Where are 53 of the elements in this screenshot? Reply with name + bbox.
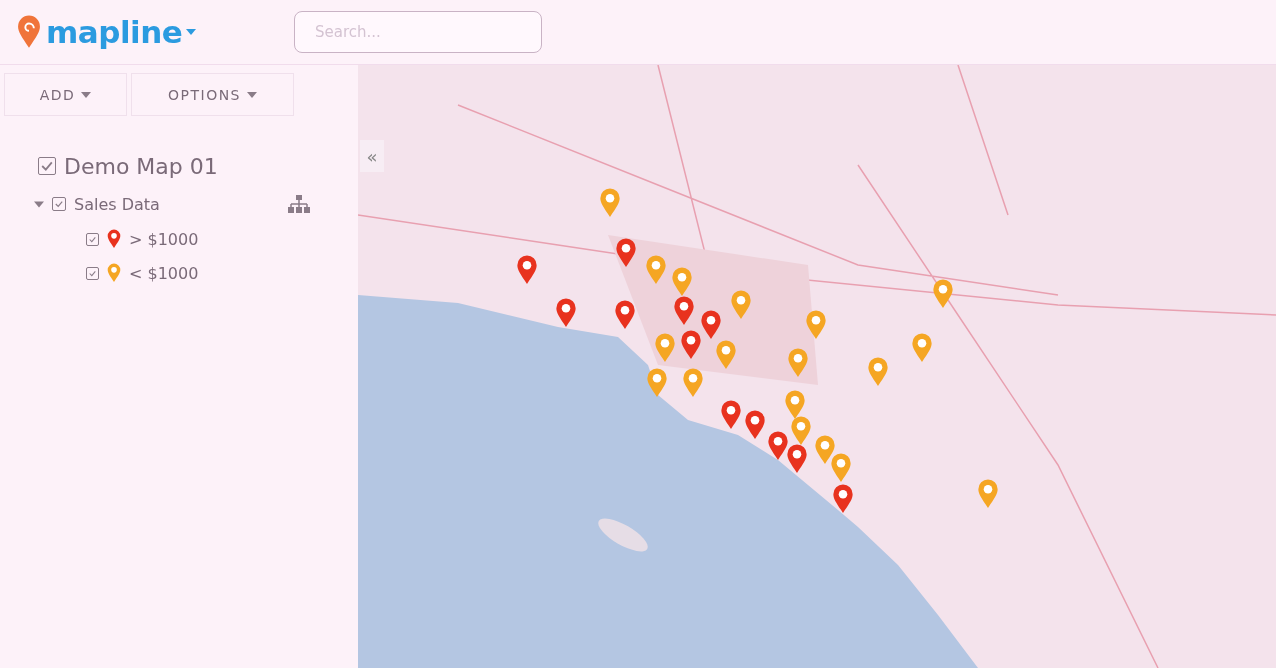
map-pin[interactable]: [867, 357, 889, 387]
map-pin[interactable]: [680, 330, 702, 360]
map-pin[interactable]: [614, 300, 636, 330]
caret-icon: [247, 91, 257, 98]
checkbox[interactable]: [86, 266, 99, 280]
map-pin[interactable]: [814, 435, 836, 465]
map-pin[interactable]: [599, 188, 621, 218]
map-pin[interactable]: [932, 279, 954, 309]
map-pin[interactable]: [646, 368, 668, 398]
checkbox[interactable]: [86, 232, 99, 246]
map-pin[interactable]: [615, 238, 637, 268]
map-pin[interactable]: [832, 484, 854, 514]
map-pin[interactable]: [654, 333, 676, 363]
map-pin[interactable]: [786, 444, 808, 474]
layer-name[interactable]: Sales Data: [74, 194, 160, 214]
map-pin[interactable]: [767, 431, 789, 461]
map-pin[interactable]: [700, 310, 722, 340]
check-icon: [55, 200, 63, 208]
collapse-button[interactable]: «: [360, 140, 384, 172]
map-view[interactable]: «: [358, 65, 1276, 668]
checkbox[interactable]: [52, 197, 66, 211]
map-pin[interactable]: [645, 255, 667, 285]
map-pin[interactable]: [516, 255, 538, 285]
legend-label: > $1000: [129, 229, 199, 249]
map-pin[interactable]: [784, 390, 806, 420]
map-pin[interactable]: [673, 296, 695, 326]
map-pin[interactable]: [715, 340, 737, 370]
map-pin[interactable]: [911, 333, 933, 363]
map-pin[interactable]: [744, 410, 766, 440]
map-pin[interactable]: [787, 348, 809, 378]
check-icon: [89, 235, 96, 243]
map-pin[interactable]: [805, 310, 827, 340]
map-pin[interactable]: [682, 368, 704, 398]
caret-icon: [81, 91, 92, 98]
logo-icon: [16, 15, 42, 49]
check-icon: [41, 160, 53, 172]
map-title: Demo Map 01: [64, 153, 218, 179]
caret-icon[interactable]: [186, 29, 197, 35]
toolbar-button[interactable]: ADD: [4, 73, 127, 116]
map-pin[interactable]: [720, 400, 742, 430]
check-icon: [89, 269, 96, 277]
map-pin[interactable]: [671, 267, 693, 297]
map-pin[interactable]: [555, 298, 577, 328]
logo-text[interactable]: mapline: [46, 14, 183, 50]
toolbar-button[interactable]: OPTIONS: [131, 73, 294, 116]
checkbox[interactable]: [38, 157, 56, 175]
legend-label: < $1000: [129, 263, 199, 283]
map-pin[interactable]: [830, 453, 852, 483]
map-pin[interactable]: [790, 416, 812, 446]
map-pin[interactable]: [730, 290, 752, 320]
hierarchy-icon[interactable]: [287, 195, 310, 213]
expand-caret-icon[interactable]: [34, 200, 44, 208]
map-pin[interactable]: [977, 479, 999, 509]
